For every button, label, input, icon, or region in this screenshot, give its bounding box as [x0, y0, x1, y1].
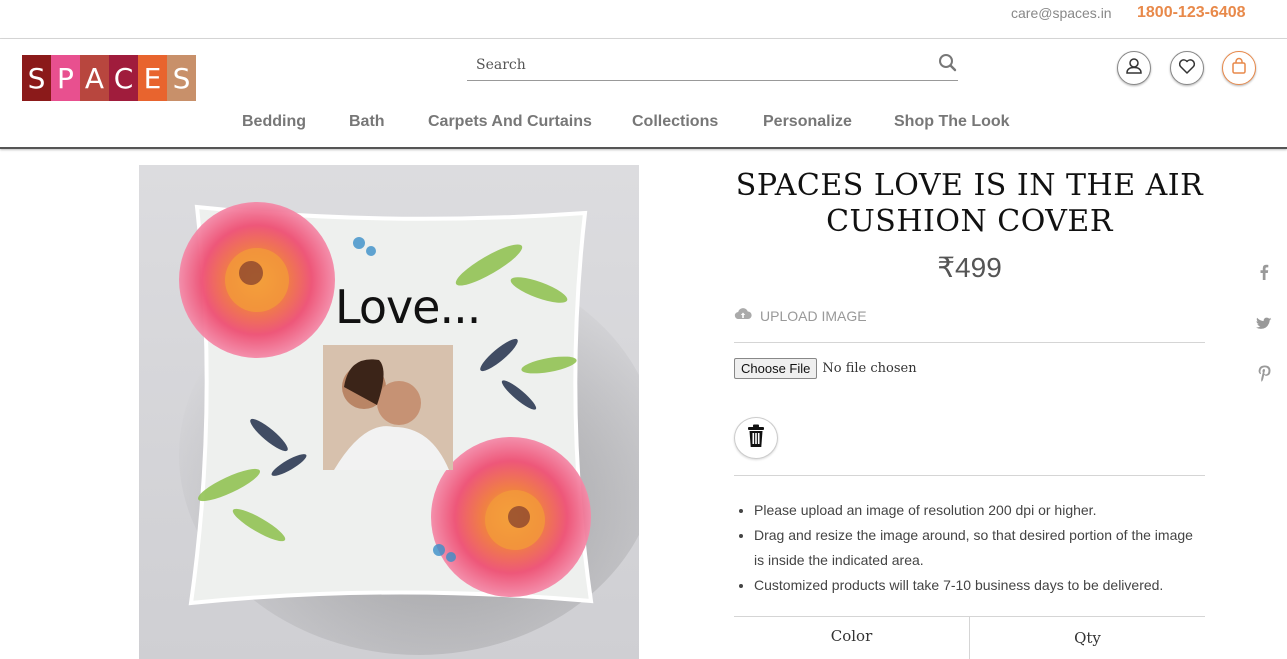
user-icon	[1124, 56, 1144, 81]
logo-letter: E	[138, 55, 167, 101]
list-item: Drag and resize the image around, so tha…	[754, 523, 1204, 573]
site-header: S P A C E S Bedding Bath Carpets And Cur…	[0, 39, 1287, 149]
file-status-text: No file chosen	[822, 361, 917, 376]
trash-icon	[745, 424, 767, 453]
pinterest-icon[interactable]	[1255, 364, 1273, 382]
nav-item-collections[interactable]: Collections	[632, 113, 718, 131]
twitter-icon[interactable]	[1255, 315, 1273, 333]
shopping-bag-icon	[1230, 57, 1248, 80]
spaces-logo[interactable]: S P A C E S	[22, 55, 196, 101]
cushion-text: Love...	[335, 280, 481, 334]
product-title: SPACES LOVE IS IN THE AIR CUSHION COVER	[735, 168, 1204, 239]
file-input: Choose File No file chosen	[734, 358, 917, 379]
facebook-icon[interactable]	[1255, 263, 1273, 281]
heart-icon	[1177, 56, 1197, 81]
tab-qty[interactable]: Qty	[969, 617, 1205, 659]
cushion-illustration	[179, 202, 639, 655]
nav-item-bath[interactable]: Bath	[349, 113, 385, 131]
account-button[interactable]	[1117, 51, 1151, 85]
nav-item-personalize[interactable]: Personalize	[763, 113, 852, 131]
wishlist-button[interactable]	[1170, 51, 1204, 85]
cloud-upload-icon	[734, 307, 760, 324]
main-nav: Bedding Bath Carpets And Curtains Collec…	[0, 113, 1287, 135]
logo-letter: A	[80, 55, 109, 101]
divider	[734, 342, 1205, 343]
option-tabs: Color Qty	[734, 616, 1205, 659]
nav-item-bedding[interactable]: Bedding	[242, 113, 306, 131]
tab-color[interactable]: Color	[734, 617, 969, 659]
cart-button[interactable]	[1222, 51, 1256, 85]
search-input[interactable]	[476, 57, 916, 73]
search-bar	[467, 49, 958, 81]
logo-letter: S	[22, 55, 51, 101]
choose-file-button[interactable]: Choose File	[734, 358, 818, 379]
divider	[734, 475, 1205, 476]
logo-letter: S	[167, 55, 196, 101]
delete-image-button[interactable]	[734, 417, 778, 459]
search-icon[interactable]	[938, 53, 958, 73]
support-phone-link[interactable]: 1800-123-6408	[1137, 4, 1246, 22]
list-item: Customized products will take 7-10 busin…	[754, 573, 1204, 598]
upload-image-text: UPLOAD IMAGE	[760, 307, 867, 324]
logo-letter: C	[109, 55, 138, 101]
product-image[interactable]: Love...	[139, 165, 639, 659]
list-item: Please upload an image of resolution 200…	[754, 498, 1204, 523]
nav-item-carpets-and-curtains[interactable]: Carpets And Curtains	[428, 113, 592, 131]
upload-image-label: UPLOAD IMAGE	[734, 307, 867, 324]
upload-instructions: Please upload an image of resolution 200…	[754, 498, 1204, 598]
logo-letter: P	[51, 55, 80, 101]
nav-item-shop-the-look[interactable]: Shop The Look	[894, 113, 1010, 131]
top-bar: care@spaces.in 1800-123-6408	[0, 0, 1287, 39]
product-price: ₹499	[937, 252, 1002, 283]
support-email-link[interactable]: care@spaces.in	[1011, 5, 1112, 21]
